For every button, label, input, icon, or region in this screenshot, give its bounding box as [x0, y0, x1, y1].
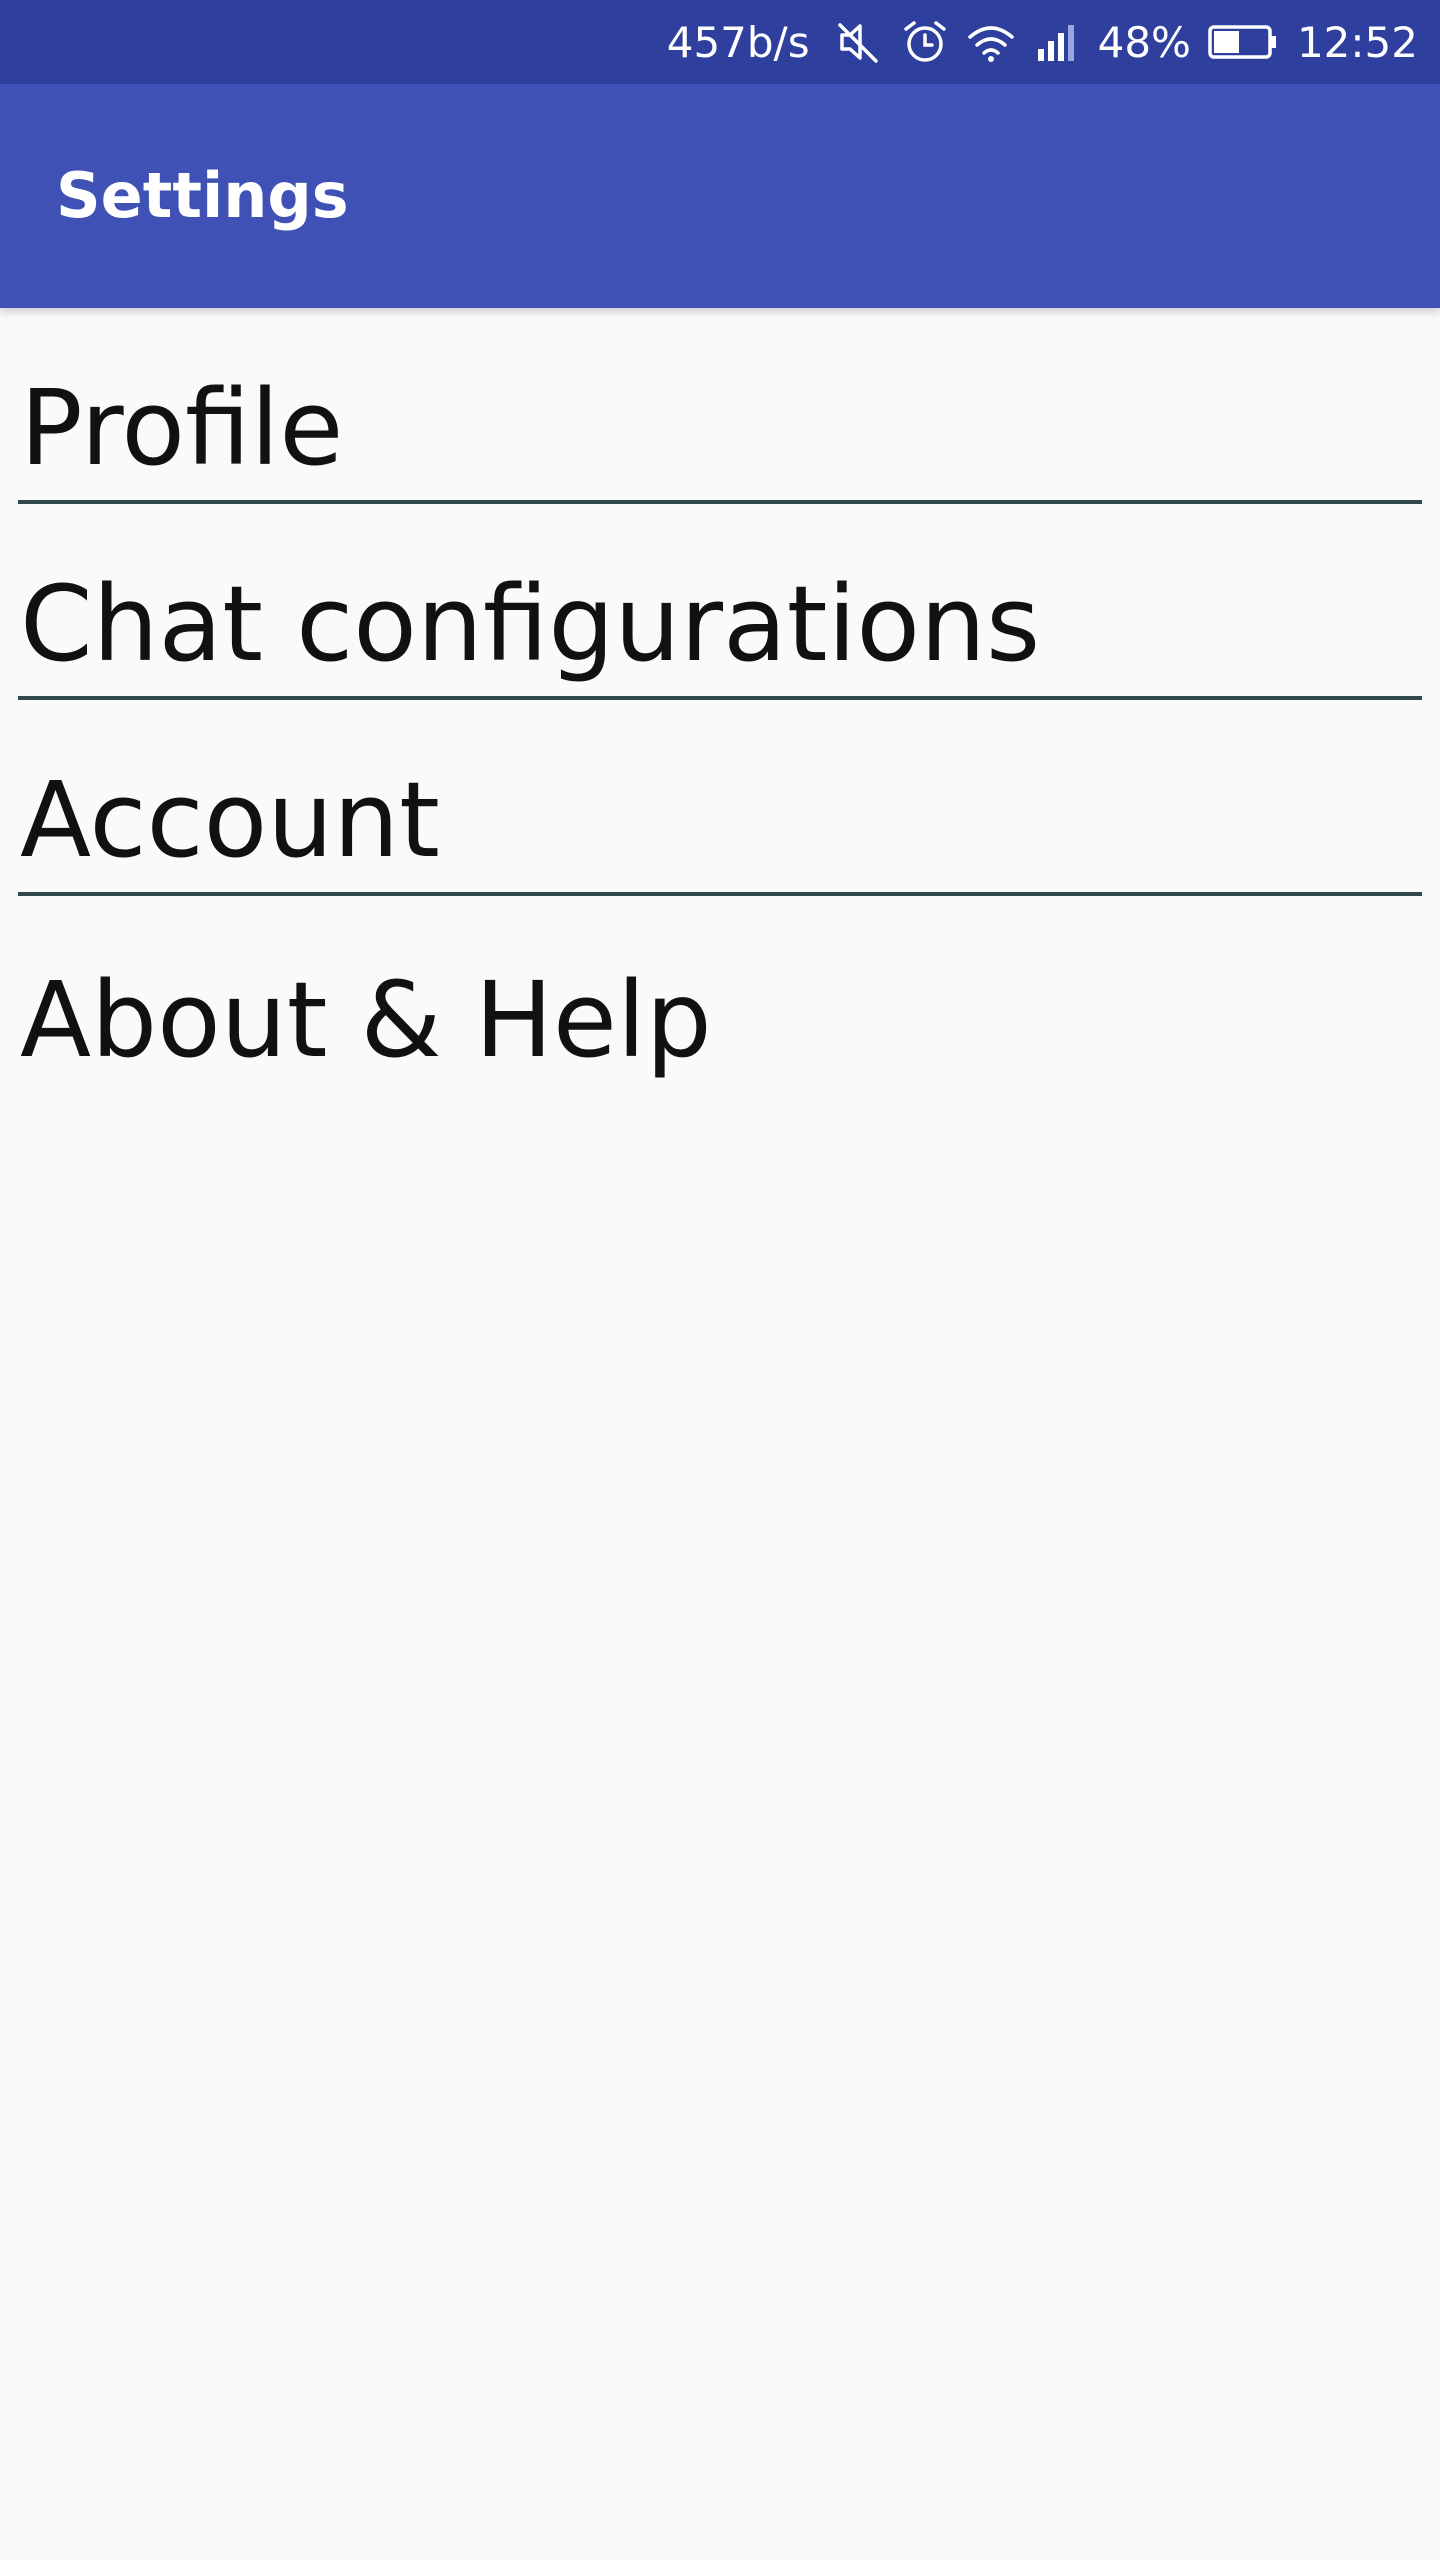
alarm-icon	[900, 17, 950, 67]
menu-item-account[interactable]: Account	[18, 700, 1422, 896]
signal-icon	[1032, 17, 1082, 67]
page-title: Settings	[56, 159, 349, 232]
battery-icon	[1207, 17, 1279, 67]
menu-item-about-help[interactable]: About & Help	[18, 896, 1422, 1092]
settings-menu: Profile Chat configurations Account Abou…	[0, 308, 1440, 1092]
app-bar: Settings	[0, 84, 1440, 308]
status-bar: 457b/s 48% 12:52	[0, 0, 1440, 84]
network-speed: 457b/s	[666, 17, 810, 67]
menu-item-label: Profile	[20, 367, 344, 489]
menu-item-label: About & Help	[20, 959, 712, 1081]
menu-item-chat-configurations[interactable]: Chat configurations	[18, 504, 1422, 700]
menu-item-profile[interactable]: Profile	[18, 308, 1422, 504]
mute-icon	[834, 17, 884, 67]
wifi-icon	[966, 17, 1016, 67]
clock-time: 12:52	[1296, 17, 1418, 67]
menu-item-label: Account	[20, 759, 440, 881]
menu-item-label: Chat configurations	[20, 563, 1041, 685]
status-icons: 457b/s 48% 12:52	[667, 0, 1418, 84]
battery-percent: 48%	[1097, 17, 1191, 67]
